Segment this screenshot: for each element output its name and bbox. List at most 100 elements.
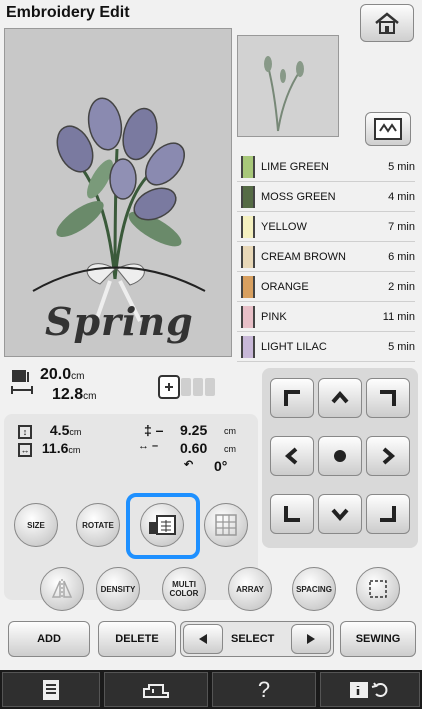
thread-row: PINK 11 min [237, 302, 415, 332]
spool-icon [241, 245, 255, 268]
thread-spool-icon [374, 118, 402, 140]
spool-icon [241, 215, 255, 238]
move-down-right-button[interactable] [366, 494, 410, 534]
thread-name: LIGHT LILAC [261, 340, 327, 353]
thread-time: 6 min [388, 250, 415, 263]
select-area-button[interactable] [356, 567, 400, 611]
spool-icon [241, 335, 255, 358]
thread-row: LIGHT LILAC 5 min [237, 332, 415, 362]
arrow-down-icon [331, 508, 349, 522]
thread-row: ORANGE 2 min [237, 272, 415, 302]
horizontal-offset-unit: cm [224, 444, 236, 454]
corner-down-right-icon [380, 506, 396, 522]
info-button[interactable] [320, 672, 420, 707]
thread-time: 7 min [388, 220, 415, 233]
move-up-left-button[interactable] [270, 378, 314, 418]
position-values: ↕ 4.5cm ‡ – 9.25 cm ↔ 11.6cm ↔ – 0.60 cm… [18, 422, 258, 476]
corner-up-left-icon [284, 390, 300, 406]
thread-name: LIME GREEN [261, 160, 329, 173]
height-row: ↕ 4.5cm ‡ – 9.25 cm [18, 422, 258, 440]
width-icon: ↔ [18, 443, 32, 457]
design-size: 20.0cm 12.8cm [40, 366, 96, 406]
move-up-button[interactable] [318, 378, 362, 418]
add-button[interactable]: ADD [8, 621, 90, 657]
move-pad [262, 368, 418, 548]
center-dot-icon [334, 450, 346, 462]
vertical-offset-value: 9.25 [180, 422, 208, 438]
height-icon: ↕ [18, 425, 32, 439]
home-icon [375, 12, 399, 34]
density-button[interactable]: DENSITY [96, 567, 140, 611]
thumbnail-image [264, 56, 304, 132]
select-area-icon [369, 580, 387, 598]
select-group: SELECT [180, 621, 334, 657]
arrow-up-icon [331, 390, 349, 404]
multi-color-button[interactable]: MULTI COLOR [162, 567, 206, 611]
width-row: ↔ 11.6cm ↔ – 0.60 cm [18, 440, 258, 458]
move-down-button[interactable] [318, 494, 362, 534]
thread-name: PINK [261, 310, 287, 323]
size-info: 20.0cm 12.8cm [4, 362, 244, 414]
rotate-button[interactable]: ROTATE [76, 503, 120, 547]
embroidery-frame-icon [158, 375, 215, 399]
grid-button[interactable] [204, 503, 248, 547]
spring-text: Spring [45, 299, 194, 344]
move-right-button[interactable] [366, 436, 410, 476]
move-up-right-button[interactable] [366, 378, 410, 418]
thread-time: 11 min [382, 310, 415, 323]
size-width-value: 20.0 [40, 366, 72, 383]
horizontal-offset-icon: ↔ – [138, 440, 159, 452]
arrow-left-icon [284, 447, 298, 465]
question-mark-icon: ? [257, 676, 271, 702]
width-unit: cm [68, 445, 81, 455]
spacing-button[interactable]: SPACING [292, 567, 336, 611]
corner-down-left-icon [284, 506, 300, 522]
triangle-right-icon [307, 634, 315, 644]
select-label: SELECT [231, 633, 275, 645]
thread-row: MOSS GREEN 4 min [237, 182, 415, 212]
thread-row: LIME GREEN 5 min [237, 152, 415, 182]
rotate-angle-icon: ↶ [184, 459, 194, 471]
help-button[interactable]: ? [212, 672, 316, 707]
home-button[interactable] [360, 4, 414, 42]
select-next-button[interactable] [291, 624, 331, 654]
angle-value: 0° [214, 458, 228, 474]
angle-row: ↶ 0° [18, 458, 258, 476]
info-icon [350, 681, 388, 698]
delete-button[interactable]: DELETE [98, 621, 176, 657]
width-value: 11.6 [41, 440, 69, 456]
embroidery-canvas[interactable]: Spring [4, 28, 232, 357]
select-previous-button[interactable] [183, 624, 223, 654]
mirror-button[interactable] [40, 567, 84, 611]
status-bar: ? [0, 670, 422, 709]
thumbnail-preview [237, 35, 339, 137]
array-button[interactable]: ARRAY [228, 567, 272, 611]
embroidery-edit-screen: Embroidery Edit Spring LIME GREEN 5 min … [0, 0, 422, 709]
thread-name: MOSS GREEN [261, 190, 336, 203]
vertical-offset-unit: cm [224, 426, 236, 436]
move-down-left-button[interactable] [270, 494, 314, 534]
spool-icon [241, 305, 255, 328]
grid-icon [215, 514, 237, 536]
spool-icon [241, 185, 255, 208]
size-height-unit: cm [83, 391, 97, 402]
size-button[interactable]: SIZE [14, 503, 58, 547]
move-center-button[interactable] [318, 436, 362, 476]
page-title: Embroidery Edit [6, 4, 130, 21]
sewing-machine-icon [143, 683, 169, 698]
horizontal-offset-value: 0.60 [180, 440, 208, 456]
selected-button-highlight [126, 493, 200, 559]
settings-button[interactable] [2, 672, 100, 707]
triangle-left-icon [199, 634, 207, 644]
thread-display-button[interactable] [365, 112, 411, 146]
vertical-offset-icon: ‡ – [144, 422, 164, 438]
thread-color-list: LIME GREEN 5 min MOSS GREEN 4 min YELLOW… [237, 152, 415, 362]
document-list-icon [43, 679, 59, 700]
sewing-button[interactable]: SEWING [340, 621, 416, 657]
mirror-icon [51, 579, 73, 599]
spool-icon [241, 275, 255, 298]
machine-help-button[interactable] [104, 672, 208, 707]
move-left-button[interactable] [270, 436, 314, 476]
thread-name: ORANGE [261, 280, 309, 293]
size-icon [11, 370, 33, 394]
